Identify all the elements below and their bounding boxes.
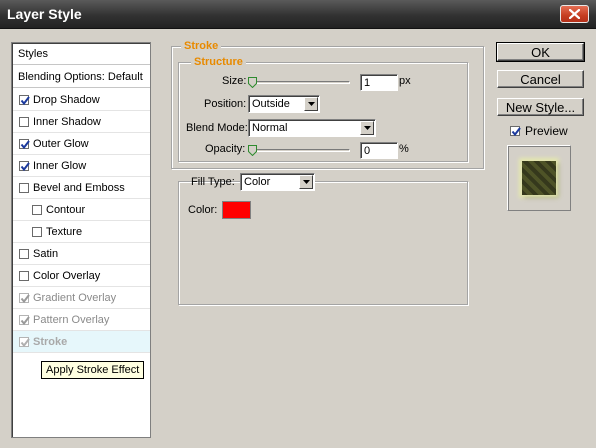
style-item-label: Color Overlay bbox=[33, 269, 101, 282]
style-item-label: Bevel and Emboss bbox=[33, 181, 125, 194]
blend-mode-dropdown-arrow[interactable] bbox=[360, 121, 374, 135]
close-icon bbox=[569, 9, 580, 19]
cancel-button[interactable]: Cancel bbox=[497, 70, 584, 88]
checkmark-icon bbox=[511, 127, 521, 137]
fill-type-label: Fill Type: bbox=[191, 176, 235, 188]
checkmark-icon bbox=[20, 161, 30, 171]
structure-section-title: Structure bbox=[191, 56, 246, 68]
tooltip: Apply Stroke Effect bbox=[41, 361, 145, 379]
fill-section bbox=[178, 181, 468, 305]
stroke-checkbox[interactable] bbox=[19, 336, 30, 347]
size-slider-thumb[interactable] bbox=[248, 77, 257, 88]
opacity-unit: % bbox=[399, 143, 409, 155]
gradient-overlay-checkbox[interactable] bbox=[19, 292, 30, 303]
bevel-and-emboss-checkbox[interactable] bbox=[19, 182, 29, 193]
style-item-label: Pattern Overlay bbox=[33, 313, 110, 326]
new-style-button[interactable]: New Style... bbox=[497, 98, 584, 116]
size-input[interactable]: 1 bbox=[360, 74, 398, 91]
position-value: Outside bbox=[252, 98, 290, 110]
style-item-label: Satin bbox=[33, 247, 59, 260]
style-item-label: Drop Shadow bbox=[33, 93, 100, 106]
style-item-blending-options[interactable]: Blending Options: Default bbox=[13, 66, 150, 88]
style-item-label: Gradient Overlay bbox=[33, 291, 117, 304]
window-title: Layer Style bbox=[7, 6, 82, 22]
position-select[interactable]: Outside bbox=[248, 95, 320, 113]
style-item-outer-glow[interactable]: Outer Glow bbox=[13, 133, 150, 155]
fill-type-dropdown-arrow[interactable] bbox=[299, 175, 313, 189]
preview-label: Preview bbox=[525, 124, 568, 138]
title-bar[interactable]: Layer Style bbox=[0, 0, 596, 29]
color-swatch[interactable] bbox=[222, 201, 251, 219]
style-item-label: Texture bbox=[46, 225, 83, 238]
drop-shadow-checkbox[interactable] bbox=[19, 94, 30, 105]
size-slider-track[interactable] bbox=[250, 81, 350, 84]
style-item-contour[interactable]: Contour bbox=[13, 199, 150, 221]
layer-style-dialog: Layer Style Styles Blending Options: Def… bbox=[0, 0, 596, 448]
style-item-pattern-overlay[interactable]: Pattern Overlay bbox=[13, 309, 150, 331]
size-unit: px bbox=[399, 75, 411, 87]
ok-button[interactable]: OK bbox=[496, 42, 585, 62]
inner-shadow-checkbox[interactable] bbox=[19, 116, 29, 127]
texture-checkbox[interactable] bbox=[32, 226, 42, 237]
position-label: Position: bbox=[204, 98, 247, 110]
style-item-drop-shadow[interactable]: Drop Shadow bbox=[13, 89, 150, 111]
outer-glow-checkbox[interactable] bbox=[19, 138, 30, 149]
style-item-color-overlay[interactable]: Color Overlay bbox=[13, 265, 150, 287]
opacity-slider-thumb[interactable] bbox=[248, 145, 257, 156]
style-item-satin[interactable]: Satin bbox=[13, 243, 150, 265]
position-dropdown-arrow[interactable] bbox=[304, 97, 318, 111]
style-item-bevel-and-emboss[interactable]: Bevel and Emboss bbox=[13, 177, 150, 199]
fill-type-value: Color bbox=[244, 176, 271, 188]
style-item-texture[interactable]: Texture bbox=[13, 221, 150, 243]
preview-checkbox[interactable] bbox=[510, 126, 521, 137]
inner-glow-checkbox[interactable] bbox=[19, 160, 30, 171]
style-item-inner-glow[interactable]: Inner Glow bbox=[13, 155, 150, 177]
style-item-gradient-overlay[interactable]: Gradient Overlay bbox=[13, 287, 150, 309]
styles-header[interactable]: Styles bbox=[13, 43, 150, 65]
pattern-overlay-checkbox[interactable] bbox=[19, 314, 30, 325]
style-item-label: Blending Options: Default bbox=[18, 70, 143, 83]
blend-mode-value: Normal bbox=[252, 122, 288, 134]
opacity-input[interactable]: 0 bbox=[360, 142, 398, 159]
chevron-down-icon bbox=[302, 180, 310, 184]
style-item-label: Inner Shadow bbox=[33, 115, 101, 128]
checkmark-icon bbox=[20, 95, 30, 105]
style-item-inner-shadow[interactable]: Inner Shadow bbox=[13, 111, 150, 133]
style-item-label: Outer Glow bbox=[33, 137, 89, 150]
checkmark-icon bbox=[20, 337, 30, 347]
style-item-stroke[interactable]: Stroke bbox=[13, 331, 150, 353]
opacity-label: Opacity: bbox=[205, 143, 246, 155]
chevron-down-icon bbox=[363, 126, 371, 130]
style-item-label: Stroke bbox=[33, 335, 68, 348]
styles-header-label: Styles bbox=[18, 47, 48, 60]
style-item-label: Inner Glow bbox=[33, 159, 87, 172]
checkmark-icon bbox=[20, 315, 30, 325]
opacity-slider-track[interactable] bbox=[250, 149, 350, 152]
color-overlay-checkbox[interactable] bbox=[19, 270, 29, 281]
size-label: Size: bbox=[222, 75, 247, 87]
preview-toggle[interactable]: Preview bbox=[510, 124, 568, 138]
close-button[interactable] bbox=[560, 5, 589, 23]
style-preview bbox=[507, 145, 571, 211]
color-label: Color: bbox=[188, 204, 218, 216]
preview-thumbnail bbox=[522, 161, 556, 195]
satin-checkbox[interactable] bbox=[19, 248, 29, 259]
blend-mode-select[interactable]: Normal bbox=[248, 119, 376, 137]
checkmark-icon bbox=[20, 139, 30, 149]
stroke-section-title: Stroke bbox=[181, 40, 222, 52]
blend-mode-label: Blend Mode: bbox=[186, 122, 248, 134]
fill-type-select[interactable]: Color bbox=[240, 173, 315, 191]
style-item-label: Contour bbox=[46, 203, 86, 216]
contour-checkbox[interactable] bbox=[32, 204, 42, 215]
chevron-down-icon bbox=[307, 102, 315, 106]
checkmark-icon bbox=[20, 293, 30, 303]
